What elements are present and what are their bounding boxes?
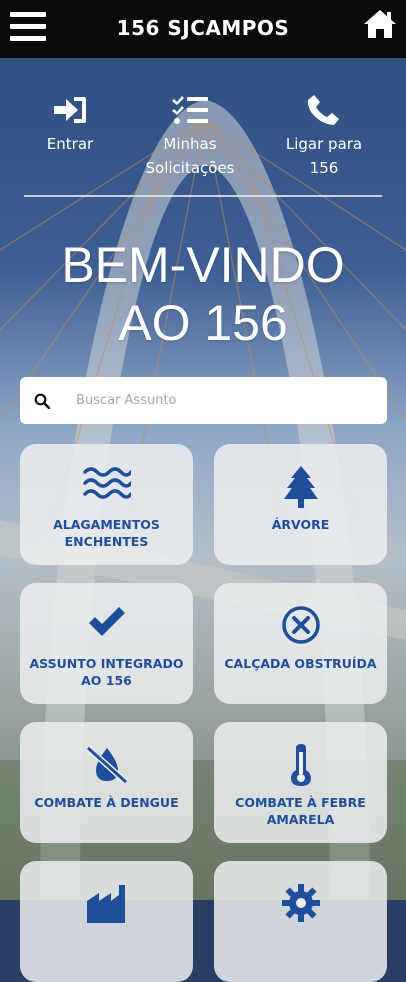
welcome-heading: BEM-VINDO AO 156	[0, 236, 406, 352]
search-box[interactable]	[20, 377, 387, 424]
card-label: ALAGAMENTOS	[53, 517, 160, 532]
search-input[interactable]	[74, 392, 358, 409]
my-requests-label-2: Solicitações	[145, 159, 235, 177]
card-label: CALÇADA OBSTRUÍDA	[224, 656, 377, 671]
no-water-drop-icon	[85, 745, 128, 784]
my-requests-button[interactable]: Minhas Solicitações	[140, 94, 240, 180]
card-calcada-obstruida[interactable]: CALÇADA OBSTRUÍDA	[214, 583, 387, 704]
card-combate-febre-amarela[interactable]: COMBATE À FEBRE AMARELA	[214, 722, 387, 843]
card-label: ÁRVORE	[271, 517, 330, 532]
thermometer-icon	[290, 744, 311, 786]
blocked-circle-icon	[281, 606, 320, 644]
card-arvore[interactable]: ÁRVORE	[214, 444, 387, 565]
call-label-1: Ligar para	[285, 135, 363, 153]
card-label: AMARELA	[266, 812, 335, 827]
card-label: COMBATE À FEBRE	[235, 795, 366, 810]
tree-icon	[283, 466, 318, 508]
top-bar: 156 SJCAMPOS	[0, 0, 406, 58]
divider	[24, 195, 382, 197]
card-partial-left[interactable]	[20, 861, 193, 982]
gear-icon	[281, 884, 320, 922]
card-label: ENCHENTES	[64, 534, 149, 549]
card-label: ASSUNTO INTEGRADO	[29, 656, 184, 671]
home-icon[interactable]	[362, 8, 398, 40]
my-requests-label-1: Minhas	[163, 135, 217, 153]
card-label: COMBATE À DENGUE	[34, 795, 179, 810]
call-label-2: 156	[309, 159, 339, 177]
quick-actions: Entrar Minhas Solicitações Ligar para 15…	[0, 88, 406, 188]
search-icon	[34, 393, 50, 409]
welcome-line-2: AO 156	[118, 295, 288, 351]
water-waves-icon	[82, 467, 131, 499]
factory-icon	[86, 885, 125, 923]
card-alagamentos[interactable]: ALAGAMENTOS ENCHENTES	[20, 444, 193, 565]
app-title: 156 SJCAMPOS	[116, 16, 290, 40]
card-assunto-integrado[interactable]: ASSUNTO INTEGRADO AO 156	[20, 583, 193, 704]
card-partial-right[interactable]	[214, 861, 387, 982]
welcome-line-1: BEM-VINDO	[61, 237, 345, 293]
login-label: Entrar	[46, 135, 94, 153]
call-156-button[interactable]: Ligar para 156	[282, 94, 366, 180]
card-combate-dengue[interactable]: COMBATE À DENGUE	[20, 722, 193, 843]
card-label: AO 156	[81, 673, 132, 688]
login-button[interactable]: Entrar	[40, 94, 100, 156]
sign-in-icon	[54, 97, 86, 123]
check-icon	[88, 607, 125, 636]
task-list-icon	[172, 96, 208, 124]
phone-icon	[307, 95, 339, 125]
